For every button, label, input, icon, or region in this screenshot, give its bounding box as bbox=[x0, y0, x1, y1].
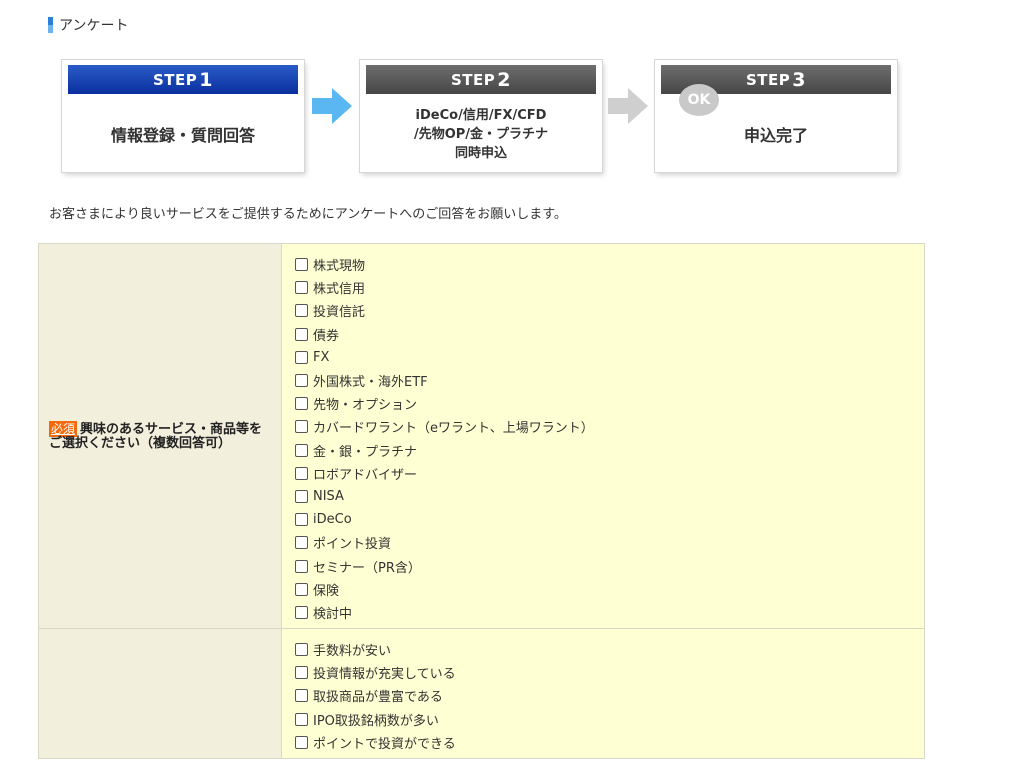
step-1-body: 情報登録・質問回答 bbox=[62, 96, 304, 172]
intro-text: お客さまにより良いサービスをご提供するためにアンケートへのご回答をお願いします。 bbox=[49, 207, 567, 222]
option-label: ポイント投資 bbox=[313, 537, 392, 553]
option-item[interactable]: 手数料が安い bbox=[292, 638, 924, 661]
option-item[interactable]: 投資情報が充実している bbox=[292, 661, 924, 684]
option-label: NISA bbox=[313, 488, 344, 504]
option-item[interactable]: ポイント投資 bbox=[292, 531, 924, 554]
step-2-label: STEP bbox=[450, 70, 496, 89]
checkbox[interactable] bbox=[295, 605, 308, 619]
option-item[interactable]: 検討中 bbox=[292, 601, 924, 624]
option-label: 投資信託 bbox=[313, 305, 366, 321]
option-item[interactable]: セミナー（PR含） bbox=[292, 554, 924, 577]
option-item[interactable]: 先物・オプション bbox=[292, 392, 924, 415]
checkbox[interactable] bbox=[295, 666, 308, 680]
step-2-header: STEP 2 bbox=[366, 65, 596, 94]
arrow-right-icon bbox=[608, 88, 648, 124]
option-label: 手数料が安い bbox=[313, 644, 392, 660]
step-2-number: 2 bbox=[497, 68, 511, 91]
option-item[interactable]: iDeCo bbox=[292, 508, 924, 531]
checkbox[interactable] bbox=[295, 712, 308, 726]
option-item[interactable]: 株式現物 bbox=[292, 253, 924, 276]
checkbox[interactable] bbox=[295, 582, 308, 596]
step-3: STEP 3 OK 申込完了 bbox=[655, 60, 897, 172]
checkbox[interactable] bbox=[295, 304, 308, 318]
checkbox[interactable] bbox=[295, 513, 308, 527]
checkbox[interactable] bbox=[295, 397, 308, 411]
option-label: iDeCo bbox=[313, 512, 352, 528]
step-2-text-line-2: /先物OP/金・プラチナ bbox=[413, 126, 549, 142]
question-label-cell: 必須 興味のあるサービス・商品等をご選択ください（複数回答可） bbox=[38, 243, 282, 629]
checkbox[interactable] bbox=[295, 559, 308, 573]
step-3-body: 申込完了 bbox=[655, 96, 897, 172]
step-2-text-line-3: 同時申込 bbox=[454, 145, 507, 161]
arrow-right-icon bbox=[312, 88, 352, 124]
question-text: 興味のあるサービス・商品等をご選択ください（複数回答可） bbox=[49, 422, 263, 451]
option-item[interactable]: 金・銀・プラチナ bbox=[292, 439, 924, 462]
question-row: 必須 興味のあるサービス・商品等をご選択ください（複数回答可） 株式現物 株式信用… bbox=[38, 243, 925, 629]
step-2: STEP 2 iDeCo/信用/FX/CFD /先物OP/金・プラチナ 同時申込 bbox=[360, 60, 602, 172]
question-row: 手数料が安い 投資情報が充実している 取扱商品が豊富である IPO取扱銘柄数が多… bbox=[38, 628, 925, 759]
option-label: セミナー（PR含） bbox=[313, 560, 421, 576]
answer-cell: 株式現物 株式信用 投資信託 債券 FX 外国株式・海外ETF 先物・オプション… bbox=[281, 243, 925, 629]
required-badge: 必須 bbox=[49, 421, 78, 437]
option-label: 外国株式・海外ETF bbox=[313, 375, 428, 391]
option-label: 金・銀・プラチナ bbox=[313, 444, 418, 460]
checkbox[interactable] bbox=[295, 643, 308, 657]
checkbox[interactable] bbox=[295, 735, 308, 749]
option-label: 株式現物 bbox=[313, 259, 366, 275]
step-1-label: STEP bbox=[152, 70, 198, 89]
step-1-header: STEP 1 bbox=[68, 65, 298, 94]
option-label: 保険 bbox=[313, 583, 340, 599]
checkbox[interactable] bbox=[295, 466, 308, 480]
checkbox[interactable] bbox=[295, 420, 308, 434]
answer-cell: 手数料が安い 投資情報が充実している 取扱商品が豊富である IPO取扱銘柄数が多… bbox=[281, 628, 925, 759]
checkbox[interactable] bbox=[295, 374, 308, 388]
option-label: 取扱商品が豊富である bbox=[313, 690, 443, 706]
option-item[interactable]: ポイントで投資ができる bbox=[292, 731, 924, 754]
option-item[interactable]: 投資信託 bbox=[292, 299, 924, 322]
option-item[interactable]: カバードワラント（eワラント、上場ワラント） bbox=[292, 415, 924, 438]
option-label: 株式信用 bbox=[313, 282, 366, 298]
option-item[interactable]: 債券 bbox=[292, 323, 924, 346]
step-1-number: 1 bbox=[199, 68, 213, 91]
option-label: 先物・オプション bbox=[313, 398, 418, 414]
step-3-label: STEP bbox=[745, 70, 791, 89]
option-label: 検討中 bbox=[313, 606, 353, 622]
survey-table: 必須 興味のあるサービス・商品等をご選択ください（複数回答可） 株式現物 株式信用… bbox=[38, 243, 925, 759]
option-label: ロボアドバイザー bbox=[313, 467, 418, 483]
checkbox[interactable] bbox=[295, 489, 308, 503]
option-label: FX bbox=[313, 349, 330, 365]
checkbox[interactable] bbox=[295, 281, 308, 295]
question-label-cell bbox=[38, 628, 282, 759]
checkbox[interactable] bbox=[295, 689, 308, 703]
option-item[interactable]: ロボアドバイザー bbox=[292, 462, 924, 485]
option-label: 投資情報が充実している bbox=[313, 667, 456, 683]
option-item[interactable]: FX bbox=[292, 346, 924, 369]
section-title-text: アンケート bbox=[59, 18, 129, 34]
step-2-text-line-1: iDeCo/信用/FX/CFD bbox=[415, 107, 547, 123]
option-item[interactable]: 保険 bbox=[292, 578, 924, 601]
step-3-number: 3 bbox=[792, 68, 806, 91]
title-marker-icon bbox=[48, 17, 53, 33]
checkbox[interactable] bbox=[295, 536, 308, 550]
option-item[interactable]: IPO取扱銘柄数が多い bbox=[292, 708, 924, 731]
option-label: IPO取扱銘柄数が多い bbox=[313, 713, 439, 729]
option-label: ポイントで投資ができる bbox=[313, 736, 456, 752]
option-item[interactable]: 取扱商品が豊富である bbox=[292, 684, 924, 707]
option-item[interactable]: 株式信用 bbox=[292, 276, 924, 299]
option-label: 債券 bbox=[313, 328, 340, 344]
checkbox[interactable] bbox=[295, 327, 308, 341]
checkbox[interactable] bbox=[295, 350, 308, 364]
option-item[interactable]: NISA bbox=[292, 485, 924, 508]
step-3-text: 申込完了 bbox=[743, 126, 808, 145]
step-1: STEP 1 情報登録・質問回答 bbox=[62, 60, 304, 172]
option-item[interactable]: 外国株式・海外ETF bbox=[292, 369, 924, 392]
step-2-body: iDeCo/信用/FX/CFD /先物OP/金・プラチナ 同時申込 bbox=[360, 96, 602, 172]
step-1-text: 情報登録・質問回答 bbox=[110, 126, 255, 145]
option-label: カバードワラント（eワラント、上場ワラント） bbox=[313, 421, 594, 437]
section-title: アンケート bbox=[48, 15, 128, 35]
checkbox[interactable] bbox=[295, 443, 308, 457]
checkbox[interactable] bbox=[295, 258, 308, 272]
